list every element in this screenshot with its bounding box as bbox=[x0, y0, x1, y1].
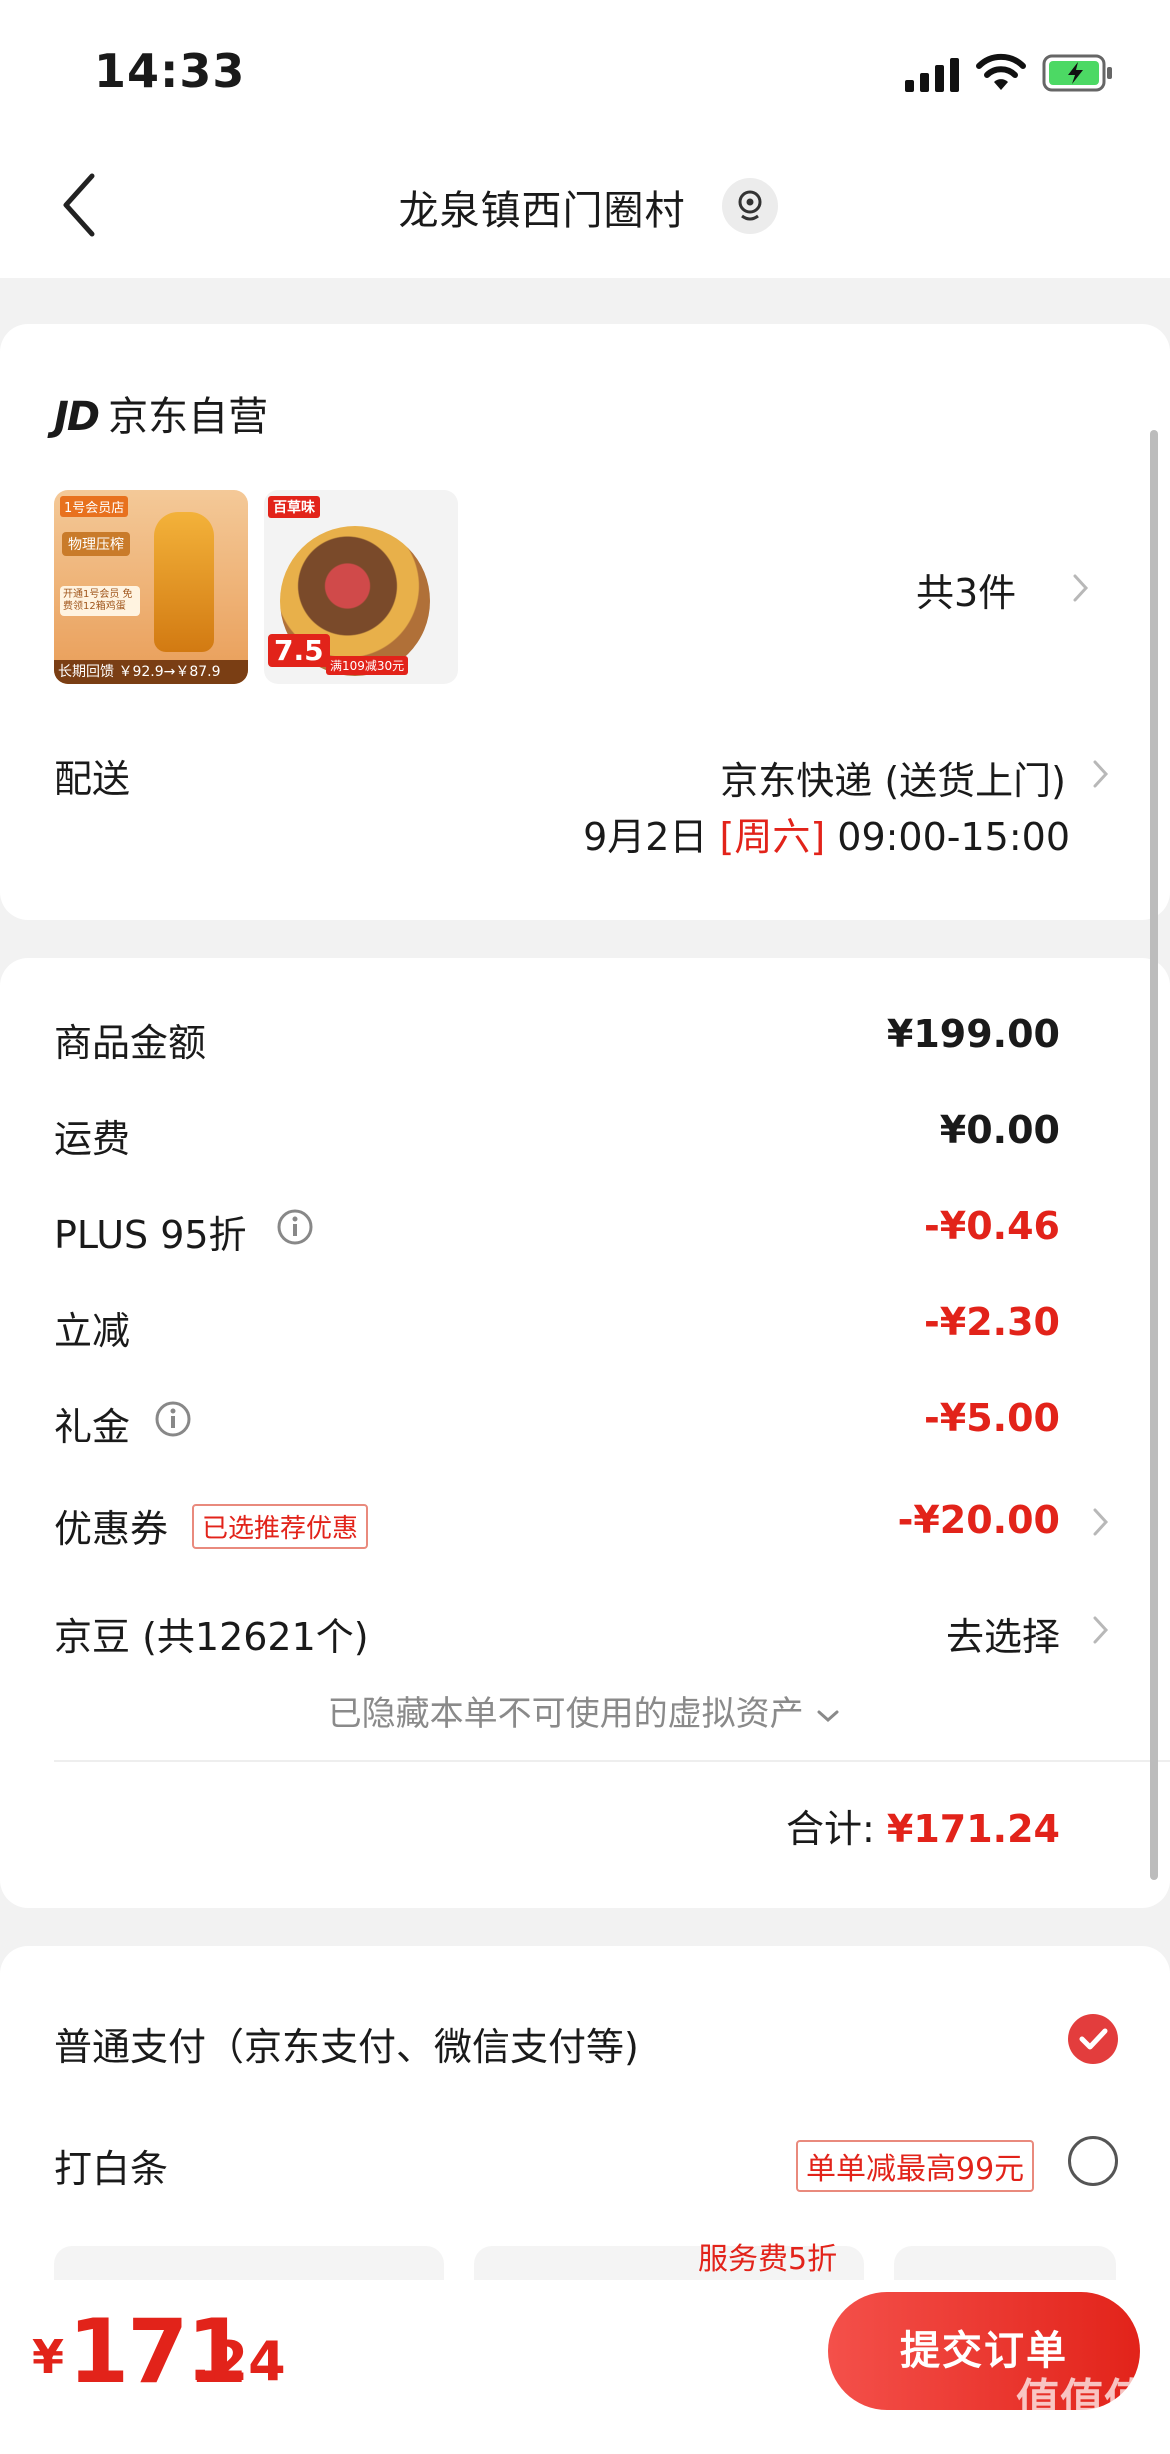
product-badge: 物理压榨 bbox=[62, 532, 130, 556]
chevron-right-icon bbox=[1093, 1508, 1109, 1536]
divider bbox=[54, 1760, 1170, 1762]
plus-discount-label: PLUS 95折 bbox=[54, 1213, 247, 1257]
item-count[interactable]: 共3件 bbox=[916, 562, 1016, 617]
top-bar bbox=[0, 0, 1170, 278]
battery-charging-icon bbox=[1042, 54, 1112, 92]
total-label: 合计: bbox=[786, 1807, 875, 1851]
hidden-assets-toggle[interactable]: 已隐藏本单不可使用的虚拟资产 bbox=[0, 1686, 1170, 1735]
shop-name: JD 京东自营 bbox=[54, 384, 268, 442]
delivery-window: 09:00-15:00 bbox=[837, 815, 1070, 859]
scrollbar[interactable] bbox=[1150, 430, 1158, 1880]
gift-money-value: -¥5.00 bbox=[924, 1396, 1060, 1440]
total-value: ¥171.24 bbox=[886, 1807, 1060, 1851]
product-promo: 开通1号会员 免费领12箱鸡蛋 bbox=[60, 586, 140, 616]
goods-amount-label: 商品金额 bbox=[54, 1021, 207, 1065]
delivery-method[interactable]: 京东快递 (送货上门) bbox=[560, 750, 1066, 805]
product-promo: 满109减30元 bbox=[326, 656, 409, 675]
product-price-tag: 长期回馈 ￥92.9→￥87.9 bbox=[54, 660, 248, 684]
info-icon[interactable] bbox=[154, 1400, 192, 1438]
wifi-icon bbox=[976, 53, 1026, 90]
location-button[interactable] bbox=[722, 178, 778, 234]
watermark-url: zhizhizhi.com bbox=[1010, 2420, 1146, 2444]
cellular-signal-icon bbox=[905, 58, 959, 92]
payment-option-baitiao[interactable]: 打白条 bbox=[54, 2138, 168, 2193]
price-decimal: .24 bbox=[190, 2330, 286, 2393]
total-row: 合计: ¥171.24 bbox=[560, 1798, 1060, 1853]
product-brand: 1号会员店 bbox=[60, 496, 129, 517]
info-icon[interactable] bbox=[276, 1208, 314, 1246]
shipping-label: 运费 bbox=[54, 1117, 131, 1161]
service-fee-tag: 服务费5折 bbox=[698, 2242, 838, 2277]
delivery-time[interactable]: 9月2日 [周六] 09:00-15:00 bbox=[520, 806, 1070, 861]
chevron-down-icon bbox=[817, 1710, 839, 1722]
coupon-label: 优惠券 bbox=[54, 1507, 169, 1551]
instant-discount-value: -¥2.30 bbox=[924, 1300, 1060, 1344]
shipping-value: ¥0.00 bbox=[939, 1108, 1060, 1152]
price-symbol: ¥ bbox=[32, 2330, 65, 2384]
jd-beans-select[interactable]: 去选择 bbox=[760, 1606, 1060, 1661]
chevron-right-icon bbox=[1093, 1616, 1109, 1644]
gift-money-label: 礼金 bbox=[54, 1405, 131, 1449]
watermark: 值值值 bbox=[1016, 2375, 1148, 2426]
delivery-weekday: [周六] bbox=[719, 815, 826, 859]
chevron-right-icon bbox=[1093, 760, 1109, 788]
product-price: 7.5 bbox=[268, 634, 330, 667]
shop-label: 京东自营 bbox=[108, 394, 269, 440]
page-title: 龙泉镇西门圈村 bbox=[398, 188, 686, 234]
coupon-tag: 已选推荐优惠 bbox=[192, 1504, 369, 1549]
product-brand: 百草味 bbox=[268, 496, 320, 518]
hidden-assets-note: 已隐藏本单不可使用的虚拟资产 bbox=[327, 1694, 804, 1734]
baitiao-promo-tag: 单单减最高99元 bbox=[796, 2140, 1035, 2192]
jd-beans-label: 京豆 (共12621个) bbox=[54, 1615, 369, 1659]
goods-amount-value: ¥199.00 bbox=[886, 1012, 1060, 1056]
delivery-label: 配送 bbox=[54, 757, 131, 801]
radio-checked[interactable] bbox=[1068, 2014, 1118, 2064]
delivery-date: 9月2日 bbox=[583, 815, 708, 859]
product-thumbnail[interactable]: 1号会员店 物理压榨 开通1号会员 免费领12箱鸡蛋 长期回馈 ￥92.9→￥8… bbox=[54, 490, 248, 684]
location-pin-icon bbox=[738, 190, 762, 221]
jd-logo: JD bbox=[54, 394, 100, 440]
payment-option-normal[interactable]: 普通支付（京东支付、微信支付等) bbox=[54, 2016, 639, 2071]
coupon-value[interactable]: -¥20.00 bbox=[760, 1498, 1060, 1542]
product-thumbnail[interactable]: 百草味 7.5 满109减30元 bbox=[264, 490, 458, 684]
checkmark-icon bbox=[1079, 2028, 1108, 2050]
status-time: 14:33 bbox=[94, 44, 246, 98]
chevron-right-icon bbox=[1073, 574, 1089, 602]
radio-unchecked[interactable] bbox=[1068, 2136, 1118, 2186]
oil-bottle-image bbox=[154, 512, 214, 652]
plus-discount-value: -¥0.46 bbox=[924, 1204, 1060, 1248]
instant-discount-label: 立减 bbox=[54, 1309, 131, 1353]
